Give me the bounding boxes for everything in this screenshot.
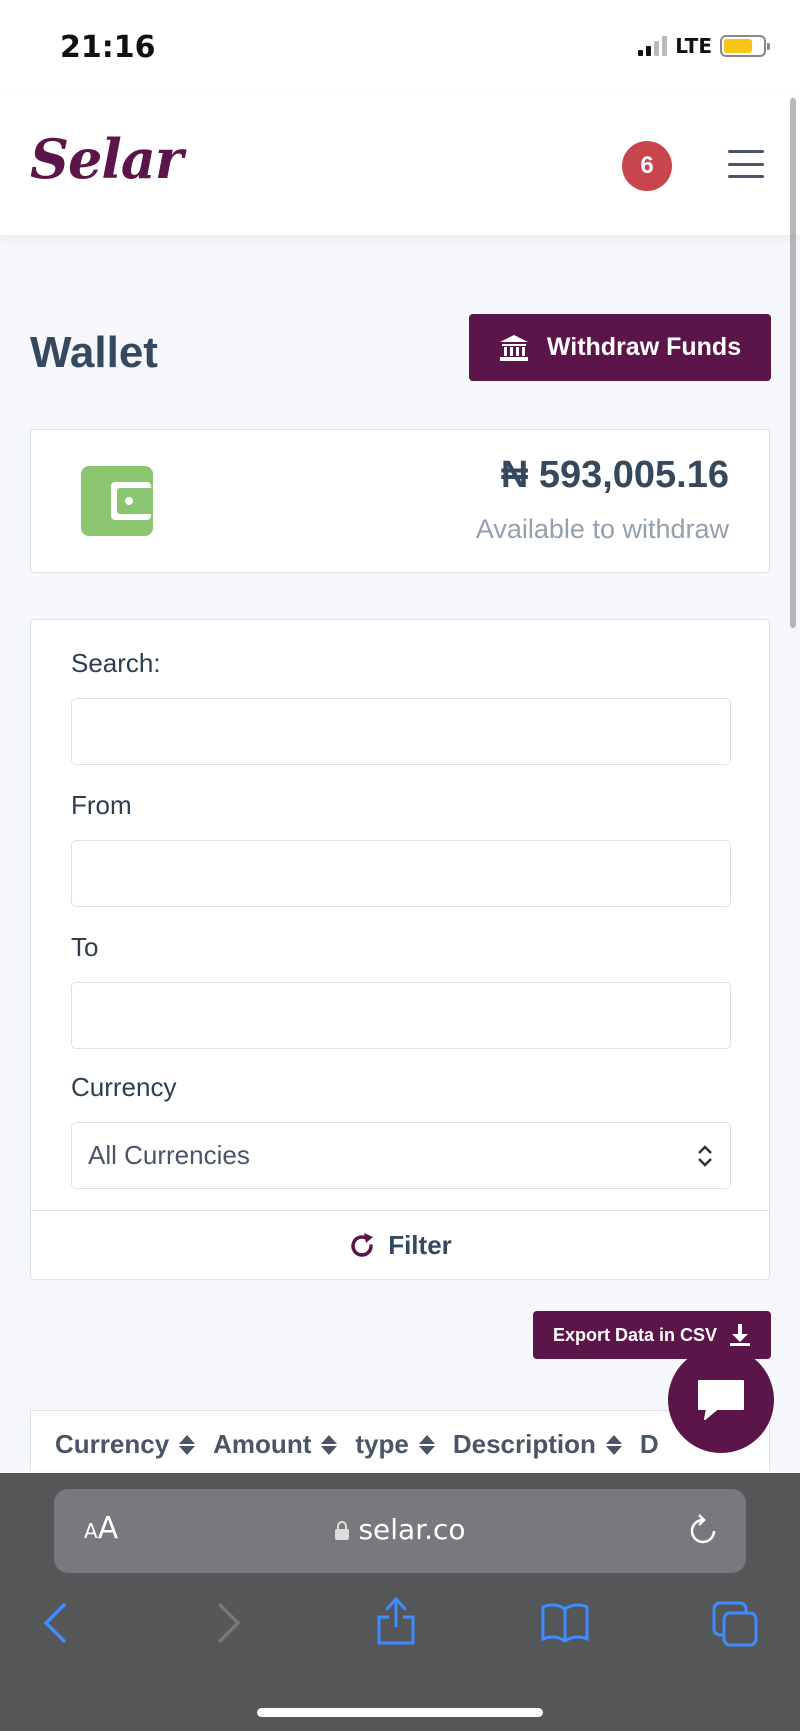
- currency-select[interactable]: All Currencies: [71, 1122, 731, 1189]
- url-display: selar.co: [54, 1513, 746, 1546]
- sort-icon: [179, 1434, 196, 1455]
- status-bar: 21:16 LTE: [0, 0, 800, 95]
- from-label: From: [71, 790, 132, 820]
- column-header-amount[interactable]: Amount: [213, 1429, 338, 1460]
- currency-label: Currency: [71, 1072, 177, 1102]
- search-input[interactable]: [71, 698, 731, 765]
- column-header-type[interactable]: type: [355, 1429, 435, 1460]
- to-date-input[interactable]: [71, 982, 731, 1049]
- table-header-row: Currency Amount type Description D: [55, 1429, 659, 1460]
- signal-icon: [638, 36, 668, 56]
- withdraw-funds-button[interactable]: Withdraw Funds: [469, 314, 771, 381]
- sort-icon: [605, 1434, 622, 1455]
- bank-icon: [499, 334, 528, 361]
- back-icon[interactable]: [40, 1601, 70, 1645]
- balance-amount: ₦ 593,005.16: [500, 454, 729, 496]
- wallet-icon: [81, 466, 153, 536]
- menu-icon[interactable]: [728, 150, 764, 178]
- download-icon: [730, 1324, 751, 1346]
- export-csv-label: Export Data in CSV: [552, 1324, 718, 1345]
- sort-icon: [418, 1434, 435, 1455]
- tabs-icon[interactable]: [712, 1601, 758, 1647]
- forward-icon[interactable]: [214, 1601, 244, 1645]
- search-label: Search:: [71, 648, 161, 678]
- page-title: Wallet: [30, 328, 158, 377]
- address-bar[interactable]: AA selar.co: [54, 1489, 746, 1573]
- filter-label: Filter: [388, 1230, 452, 1260]
- status-indicators: LTE: [638, 34, 770, 58]
- column-header-currency[interactable]: Currency: [55, 1429, 196, 1460]
- status-time: 21:16: [60, 30, 156, 65]
- sort-icon: [321, 1434, 338, 1455]
- network-label: LTE: [675, 34, 712, 58]
- page-scrollbar[interactable]: [790, 98, 796, 628]
- column-header-description[interactable]: Description: [453, 1429, 622, 1460]
- share-icon[interactable]: [375, 1595, 417, 1647]
- notification-badge[interactable]: 6: [622, 141, 672, 191]
- browser-nav: [0, 1596, 800, 1661]
- reload-icon[interactable]: [686, 1511, 720, 1547]
- currency-selected-value: All Currencies: [88, 1140, 250, 1170]
- bookmarks-icon[interactable]: [540, 1601, 590, 1643]
- battery-icon: [720, 35, 770, 57]
- refresh-icon: [351, 1232, 374, 1257]
- balance-label: Available to withdraw: [475, 514, 729, 544]
- selar-logo[interactable]: Selar: [30, 127, 183, 191]
- home-indicator: [257, 1708, 543, 1717]
- filter-card: Search: From To Currency All Currencies …: [30, 619, 770, 1280]
- chat-button[interactable]: [668, 1347, 774, 1453]
- balance-card: ₦ 593,005.16 Available to withdraw: [30, 429, 770, 573]
- column-header-truncated[interactable]: D: [640, 1429, 659, 1460]
- chat-bubble-icon: [698, 1380, 744, 1420]
- lock-icon: [335, 1521, 350, 1540]
- from-date-input[interactable]: [71, 840, 731, 907]
- filter-button[interactable]: Filter: [31, 1210, 769, 1280]
- site-header: Selar 6: [0, 95, 800, 235]
- withdraw-funds-label: Withdraw Funds: [546, 333, 742, 361]
- browser-toolbar: AA selar.co: [0, 1473, 800, 1731]
- select-chevrons-icon: [698, 1144, 712, 1167]
- transactions-table: Currency Amount type Description D: [30, 1410, 770, 1470]
- to-label: To: [71, 932, 99, 962]
